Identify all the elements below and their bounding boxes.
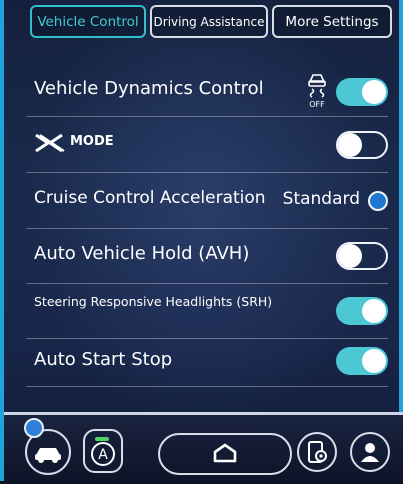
toggle-knob	[338, 244, 362, 268]
x-mode-text: MODE	[70, 134, 114, 149]
notification-dot	[24, 418, 44, 438]
setting-row-vehicle-dynamics-control: Vehicle Dynamics Control OFF	[26, 66, 388, 117]
setting-row-steering-responsive-headlights: Steering Responsive Headlights (SRH)	[26, 283, 388, 339]
setting-row-cruise-control-acceleration: Cruise Control Acceleration Standard	[26, 172, 388, 229]
tab-more-settings[interactable]: More Settings	[272, 5, 392, 38]
vehicle-dynamics-control-toggle[interactable]	[336, 78, 388, 106]
setting-row-x-mode: MODE	[26, 116, 388, 173]
profile-button[interactable]	[350, 432, 390, 472]
svg-text:A: A	[98, 447, 108, 463]
profile-icon	[361, 443, 379, 462]
auto-vehicle-hold-label: Auto Vehicle Hold (AVH)	[34, 243, 250, 264]
vdc-off-text: OFF	[309, 100, 325, 108]
cruise-control-acceleration-selector[interactable]	[368, 191, 388, 211]
home-icon	[213, 443, 237, 463]
x-mode-toggle[interactable]	[336, 131, 388, 159]
auto-start-stop-toggle[interactable]	[336, 347, 388, 375]
toggle-knob	[362, 80, 386, 104]
vehicle-dynamics-control-label: Vehicle Dynamics Control	[34, 78, 264, 99]
auto-start-stop-label: Auto Start Stop	[34, 349, 173, 370]
setting-row-auto-vehicle-hold: Auto Vehicle Hold (AVH)	[26, 228, 388, 284]
x-mode-x-icon	[35, 133, 65, 153]
home-button[interactable]	[158, 433, 292, 475]
bottom-navigation-bar: A	[4, 412, 403, 484]
vehicle-settings-screen: Vehicle Control Driving Assistance More …	[0, 0, 403, 484]
steering-responsive-headlights-label: Steering Responsive Headlights (SRH)	[34, 294, 273, 309]
toggle-knob	[362, 299, 386, 323]
cruise-control-acceleration-label: Cruise Control Acceleration	[34, 188, 266, 208]
cruise-control-acceleration-value[interactable]: Standard	[283, 189, 360, 209]
auto-mode-active-indicator	[95, 437, 109, 441]
toggle-knob	[362, 349, 386, 373]
auto-vehicle-hold-toggle[interactable]	[336, 242, 388, 270]
phone-settings-icon	[308, 441, 327, 463]
tab-driving-assistance[interactable]: Driving Assistance	[150, 5, 268, 38]
x-mode-logo: MODE	[34, 133, 124, 153]
steering-responsive-headlights-toggle[interactable]	[336, 297, 388, 325]
vdc-off-icon: OFF	[308, 74, 326, 108]
phone-settings-button[interactable]	[297, 432, 337, 472]
setting-row-auto-start-stop: Auto Start Stop	[26, 338, 388, 387]
settings-tab-bar: Vehicle Control Driving Assistance More …	[26, 5, 392, 43]
toggle-knob	[338, 133, 362, 157]
auto-mode-button[interactable]: A	[83, 429, 123, 473]
tab-vehicle-control[interactable]: Vehicle Control	[30, 5, 146, 38]
